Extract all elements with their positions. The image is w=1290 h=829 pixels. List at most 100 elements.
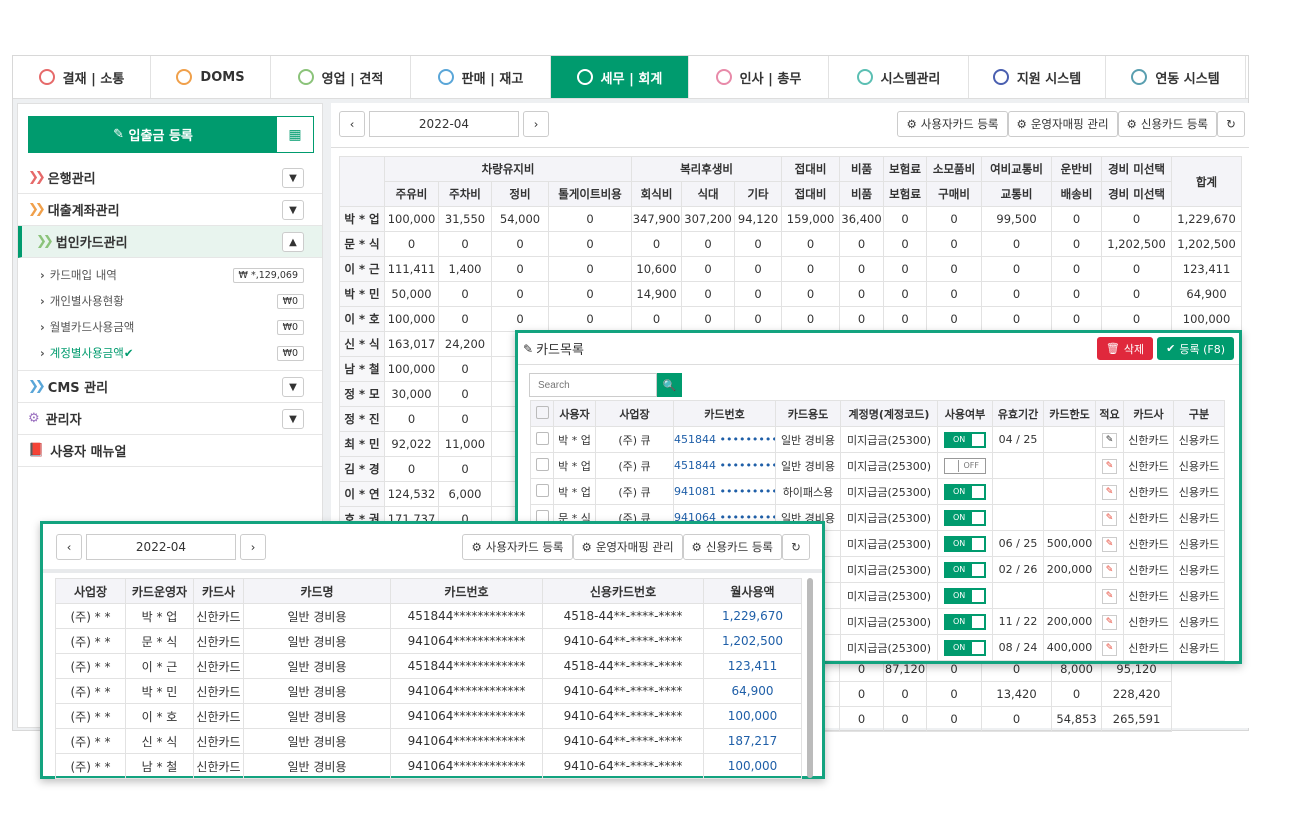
next-month-button[interactable]: › — [523, 111, 549, 137]
edit-icon[interactable]: ✎ — [1102, 432, 1117, 448]
edit-icon[interactable]: ✎ — [1102, 510, 1117, 526]
checkbox[interactable] — [535, 457, 549, 471]
checkbox[interactable] — [535, 431, 549, 445]
memo-cell[interactable]: ✎ — [1095, 582, 1124, 609]
credit-card-register-button[interactable]: ⚙ 신용카드 등록 — [1117, 111, 1217, 137]
month-input[interactable]: 2022-04 — [369, 111, 519, 137]
edit-icon[interactable]: ✎ — [1102, 562, 1117, 578]
chevron-up-icon[interactable]: ▲ — [282, 232, 304, 252]
chevron-down-icon[interactable]: ▼ — [282, 409, 304, 429]
grid-icon[interactable]: ▦ — [277, 117, 313, 152]
tab-2[interactable]: 영업 | 견적 — [271, 56, 411, 98]
usage-toggle[interactable]: ON — [944, 639, 986, 656]
table-row[interactable]: 박 * 업 (주) 큐 451844 •••••••••• 일반 경비용 미지급금(25… — [530, 452, 1225, 479]
operator-mapping-button[interactable]: ⚙ 운영자매핑 관리 — [572, 534, 683, 560]
usage-toggle-cell[interactable]: ON — [937, 504, 993, 531]
prev-month-button[interactable]: ‹ — [339, 111, 365, 137]
usage-toggle[interactable]: ON — [944, 613, 986, 630]
memo-cell[interactable]: ✎ — [1095, 452, 1124, 479]
user-card-register-button[interactable]: ⚙ 사용자카드 등록 — [462, 534, 573, 560]
table-row[interactable]: (주) * * 박 * 민 신한카드 일반 경비용 941064************… — [55, 678, 802, 704]
tab-4[interactable]: 세무 | 회계 — [551, 56, 689, 98]
memo-cell[interactable]: ✎ — [1095, 556, 1124, 583]
row-checkbox-cell[interactable] — [530, 426, 554, 453]
edit-icon[interactable]: ✎ — [1102, 614, 1117, 630]
usage-toggle[interactable]: ON — [944, 561, 986, 578]
sidebar-menu-item[interactable]: ❯❯ 은행관리 ▼ — [18, 162, 322, 194]
usage-toggle[interactable]: ON — [944, 535, 986, 552]
sidebar-menu-item[interactable]: ⚙ 관리자 ▼ — [18, 403, 322, 435]
cell: 일반 경비용 — [243, 753, 391, 779]
memo-cell[interactable]: ✎ — [1095, 478, 1124, 505]
chevron-down-icon[interactable]: ▼ — [282, 168, 304, 188]
usage-toggle-cell[interactable]: ON — [937, 478, 993, 505]
usage-toggle[interactable]: ON — [944, 587, 986, 604]
submenu-item[interactable]: › 월별카드사용금액 ₩0 — [18, 314, 322, 340]
sidebar-menu-item[interactable]: ❯❯ 법인카드관리 ▲ — [18, 226, 322, 258]
select-all-checkbox[interactable] — [530, 400, 554, 427]
tab-3[interactable]: 판매 | 재고 — [411, 56, 551, 98]
usage-toggle[interactable]: ON — [944, 509, 986, 526]
checkbox[interactable] — [535, 405, 549, 419]
prev-month-button[interactable]: ‹ — [56, 534, 82, 560]
memo-cell[interactable]: ✎ — [1095, 530, 1124, 557]
edit-icon[interactable]: ✎ — [1102, 588, 1117, 604]
memo-cell[interactable]: ✎ — [1095, 426, 1124, 453]
table-row[interactable]: (주) * * 이 * 호 신한카드 일반 경비용 941064************… — [55, 703, 802, 729]
sidebar-menu-item[interactable]: ❯❯ CMS 관리 ▼ — [18, 371, 322, 403]
month-input[interactable]: 2022-04 — [86, 534, 236, 560]
usage-toggle-cell[interactable]: OFF — [937, 452, 993, 479]
table-row[interactable]: (주) * * 신 * 식 신한카드 일반 경비용 941064************… — [55, 728, 802, 754]
memo-cell[interactable]: ✎ — [1095, 634, 1124, 661]
submenu-item[interactable]: › 계정별사용금액 ✔ ₩0 — [18, 340, 322, 366]
next-month-button[interactable]: › — [240, 534, 266, 560]
usage-toggle[interactable]: ON — [944, 483, 986, 500]
sidebar-menu-item[interactable]: ❯❯ 대출계좌관리 ▼ — [18, 194, 322, 226]
table-row[interactable]: (주) * * 이 * 근 신한카드 일반 경비용 451844************… — [55, 653, 802, 679]
credit-card-register-button[interactable]: ⚙ 신용카드 등록 — [682, 534, 782, 560]
operator-mapping-button[interactable]: ⚙ 운영자매핑 관리 — [1007, 111, 1118, 137]
row-checkbox-cell[interactable] — [530, 478, 554, 505]
usage-toggle-cell[interactable]: ON — [937, 426, 993, 453]
row-checkbox-cell[interactable] — [530, 452, 554, 479]
table-row[interactable]: (주) * * 남 * 철 신한카드 일반 경비용 941064************… — [55, 753, 802, 779]
checkbox[interactable] — [535, 483, 549, 497]
refresh-button[interactable]: ↻ — [782, 534, 810, 560]
submenu-item[interactable]: › 개인별사용현황 ₩0 — [18, 288, 322, 314]
scrollbar[interactable] — [807, 578, 813, 778]
delete-button[interactable]: 🗑 삭제 — [1096, 337, 1154, 360]
tab-0[interactable]: 결재 | 소통 — [13, 56, 151, 98]
memo-cell[interactable]: ✎ — [1095, 608, 1124, 635]
chevron-down-icon[interactable]: ▼ — [282, 377, 304, 397]
usage-toggle-cell[interactable]: ON — [937, 556, 993, 583]
tab-5[interactable]: 인사 | 총무 — [689, 56, 829, 98]
usage-toggle-cell[interactable]: ON — [937, 530, 993, 557]
edit-icon[interactable]: ✎ — [1102, 458, 1117, 474]
usage-toggle-cell[interactable]: ON — [937, 608, 993, 635]
edit-icon[interactable]: ✎ — [1102, 640, 1117, 656]
chevron-down-icon[interactable]: ▼ — [282, 200, 304, 220]
refresh-button[interactable]: ↻ — [1217, 111, 1245, 137]
register-deposit-button[interactable]: ✎ 입출금 등록 ▦ — [28, 116, 314, 153]
tab-8[interactable]: 연동 시스템 — [1106, 56, 1246, 98]
tab-7[interactable]: 지원 시스템 — [969, 56, 1106, 98]
search-button[interactable]: 🔍 — [657, 373, 682, 397]
register-button[interactable]: ✔ 등록 (F8) — [1157, 337, 1234, 360]
table-row[interactable]: (주) * * 문 * 식 신한카드 일반 경비용 941064************… — [55, 628, 802, 654]
search-input[interactable] — [529, 373, 657, 397]
usage-toggle[interactable]: ON — [944, 431, 986, 448]
usage-toggle-cell[interactable]: ON — [937, 634, 993, 661]
tab-6[interactable]: 시스템관리 — [829, 56, 969, 98]
edit-icon[interactable]: ✎ — [1102, 484, 1117, 500]
sidebar-menu-item[interactable]: 📕 사용자 매뉴얼 — [18, 435, 322, 467]
table-row[interactable]: 박 * 업 (주) 큐 941081 •••••••••• 하이패스용 미지급금(253… — [530, 478, 1225, 505]
usage-toggle[interactable]: OFF — [944, 457, 986, 474]
user-card-register-button[interactable]: ⚙ 사용자카드 등록 — [897, 111, 1008, 137]
edit-icon[interactable]: ✎ — [1102, 536, 1117, 552]
tab-1[interactable]: DOMS — [151, 56, 271, 98]
table-row[interactable]: 박 * 업 (주) 큐 451844 •••••••••• 일반 경비용 미지급금(25… — [530, 426, 1225, 453]
memo-cell[interactable]: ✎ — [1095, 504, 1124, 531]
usage-toggle-cell[interactable]: ON — [937, 582, 993, 609]
table-row[interactable]: (주) * * 박 * 업 신한카드 일반 경비용 451844************… — [55, 603, 802, 629]
submenu-item[interactable]: › 카드매입 내역 ₩ *,129,069 — [18, 262, 322, 288]
